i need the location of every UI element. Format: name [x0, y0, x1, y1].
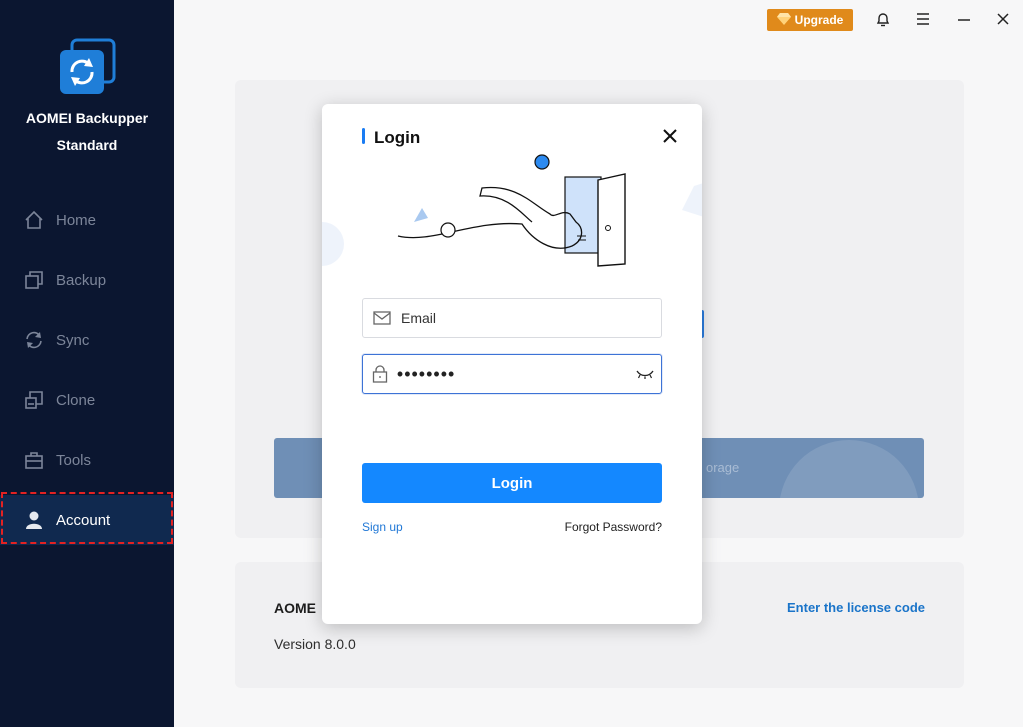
backup-icon [24, 270, 44, 290]
login-dialog: Login Login Sign up Forgot Password? [322, 104, 702, 624]
highlight-outline [1, 492, 173, 544]
signup-link[interactable]: Sign up [362, 520, 403, 534]
email-input[interactable] [401, 310, 661, 326]
tools-icon [24, 450, 44, 470]
sidebar-item-label: Clone [56, 391, 96, 409]
login-illustration [322, 154, 702, 267]
sidebar: AOMEI Backupper Standard Home Backup Syn… [0, 0, 174, 727]
sidebar-item-label: Home [56, 211, 97, 229]
minimize-icon[interactable] [955, 10, 973, 28]
banner-text: orage [706, 460, 740, 475]
mail-icon [363, 299, 401, 337]
product-title: AOME [274, 600, 316, 616]
sidebar-item-tools[interactable]: Tools [0, 435, 174, 485]
close-window-icon[interactable] [994, 10, 1012, 28]
app-name: AOMEI Backupper [25, 110, 149, 126]
home-icon [24, 210, 44, 230]
sidebar-item-label: Tools [56, 451, 92, 469]
close-icon[interactable] [660, 126, 680, 146]
sidebar-item-label: Backup [56, 271, 107, 289]
password-field[interactable] [362, 354, 662, 394]
password-input[interactable] [396, 363, 629, 385]
license-code-link[interactable]: Enter the license code [787, 600, 925, 615]
sidebar-item-backup[interactable]: Backup [0, 255, 174, 305]
email-field[interactable] [362, 298, 662, 338]
sync-icon [24, 330, 44, 350]
sidebar-item-label: Sync [56, 331, 90, 349]
bell-icon[interactable] [874, 10, 892, 28]
diamond-icon [776, 12, 791, 28]
app-logo-icon [58, 38, 116, 96]
clone-icon [24, 390, 44, 410]
lock-icon [363, 355, 397, 393]
menu-icon[interactable] [914, 10, 932, 28]
app-edition: Standard [56, 137, 118, 153]
upgrade-button[interactable]: Upgrade [767, 9, 853, 31]
upgrade-label: Upgrade [794, 13, 844, 27]
decor-bubble [779, 440, 919, 498]
sidebar-item-clone[interactable]: Clone [0, 375, 174, 425]
sidebar-item-home[interactable]: Home [0, 195, 174, 245]
version-text: Version 8.0.0 [274, 636, 356, 652]
eye-closed-icon[interactable] [629, 355, 661, 393]
forgot-password-link[interactable]: Forgot Password? [565, 520, 662, 534]
login-button[interactable]: Login [362, 463, 662, 503]
title-accent-bar [362, 128, 365, 144]
sidebar-item-sync[interactable]: Sync [0, 315, 174, 365]
